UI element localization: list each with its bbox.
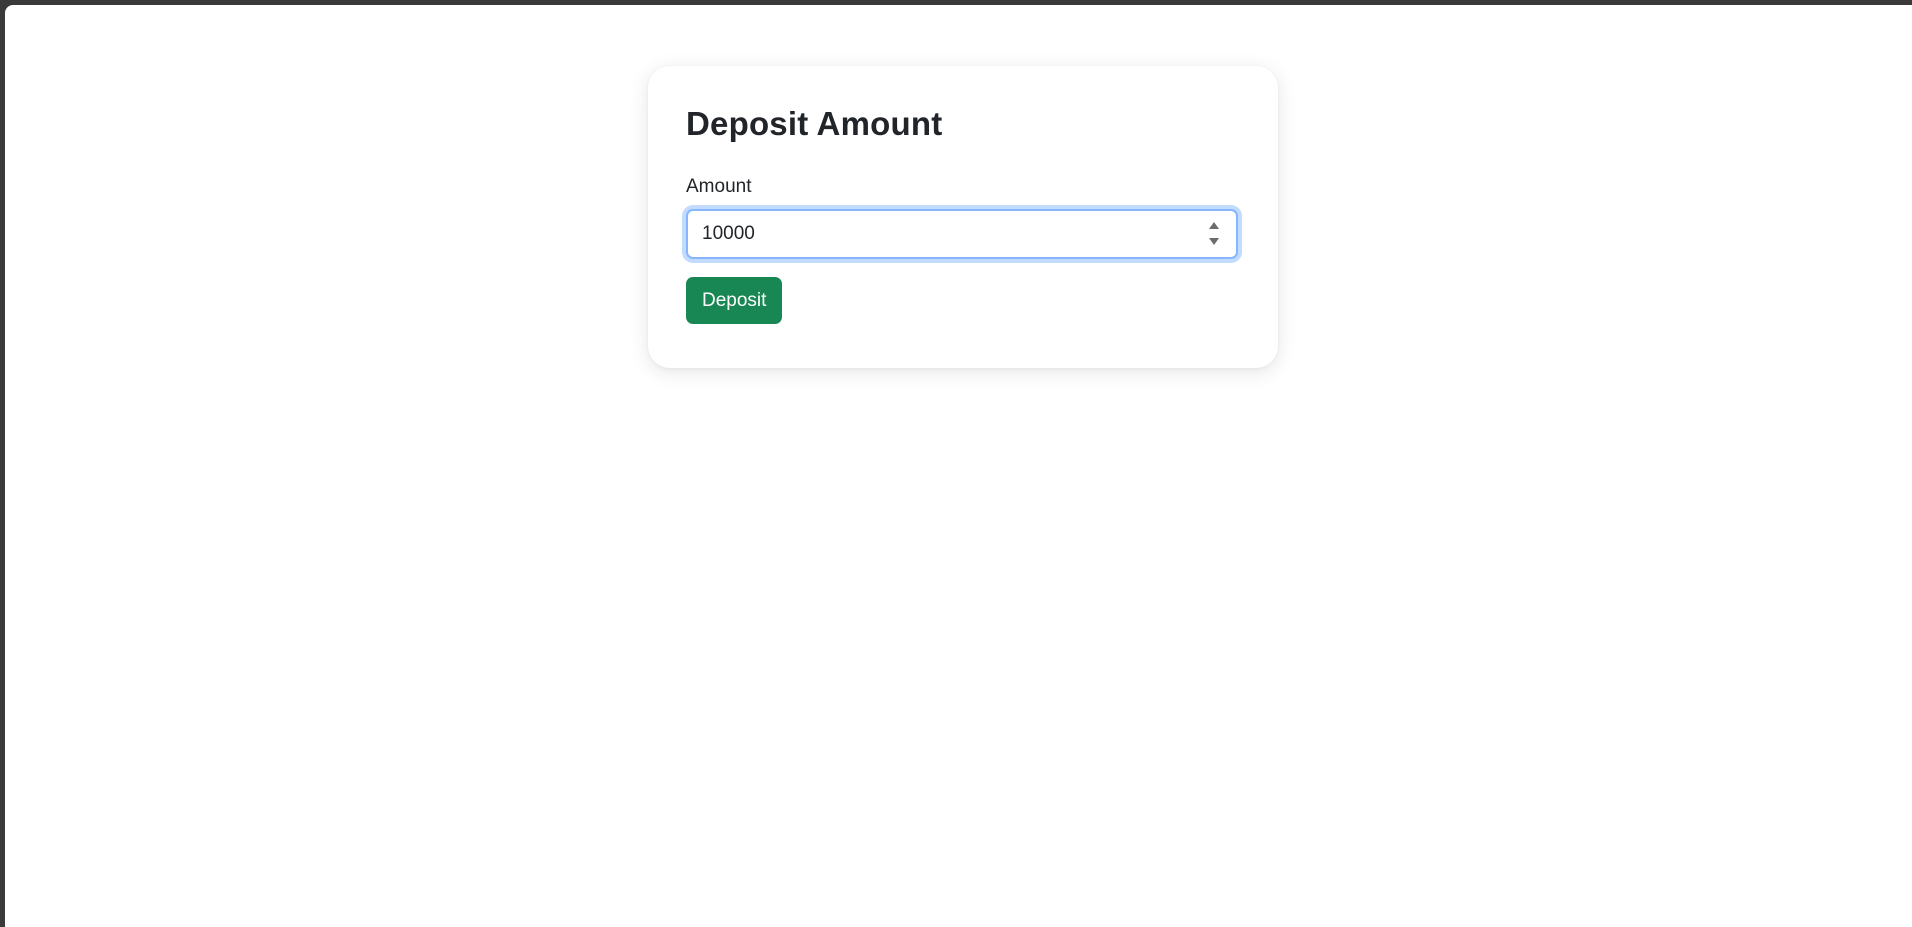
deposit-button[interactable]: Deposit xyxy=(686,276,783,324)
amount-label: Amount xyxy=(686,176,752,197)
amount-input[interactable] xyxy=(688,210,1236,257)
card-title: Deposit Amount xyxy=(686,105,943,142)
spinner-down-icon xyxy=(1209,238,1219,246)
spinner-up-button[interactable] xyxy=(1208,220,1220,232)
amount-spinner xyxy=(1208,220,1220,248)
spinner-down-button[interactable] xyxy=(1208,236,1220,248)
browser-viewport: Deposit Amount Amount Deposit xyxy=(5,5,1912,927)
amount-input-wrapper xyxy=(686,208,1238,259)
spinner-up-icon xyxy=(1209,222,1219,230)
deposit-card: Deposit Amount Amount Deposit xyxy=(648,66,1278,368)
